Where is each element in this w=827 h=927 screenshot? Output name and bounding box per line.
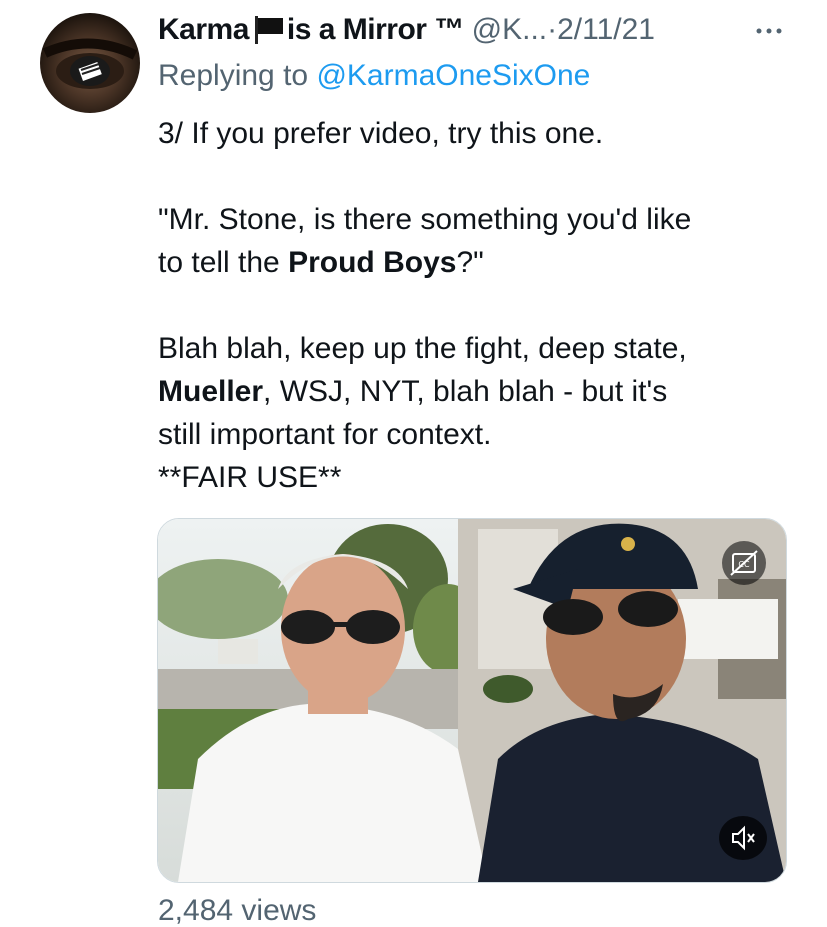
avatar-eye-image — [42, 38, 138, 89]
text-line: Mueller, WSJ, NYT, blah blah - but it's — [158, 375, 668, 408]
closed-captions-off-icon: CC — [730, 550, 758, 576]
bold-text: Mueller — [158, 375, 264, 408]
separator-dot: · — [547, 13, 558, 46]
view-count: 2,484 views — [158, 894, 317, 927]
more-horizontal-icon[interactable] — [752, 14, 786, 44]
author-avatar[interactable] — [40, 13, 140, 113]
speaker-muted-icon — [732, 825, 755, 851]
video-player[interactable] — [157, 518, 787, 883]
text-line: Blah blah, keep up the fight, deep state… — [158, 332, 687, 365]
unmute-button[interactable] — [719, 816, 767, 860]
video-frame — [158, 519, 786, 882]
author-name[interactable]: Karma is a Mirror ™ — [158, 13, 472, 46]
tweet-text: 3/ If you prefer video, try this one. "M… — [158, 112, 798, 499]
tweet-date[interactable]: 2/11/21 — [557, 13, 655, 46]
text-line: 3/ If you prefer video, try this one. — [158, 117, 604, 150]
text-line: still important for context. — [158, 418, 492, 451]
reply-mention-link[interactable]: @KarmaOneSixOne — [316, 59, 590, 92]
text-line: **FAIR USE** — [158, 461, 342, 494]
author-handle[interactable]: @K... — [472, 13, 547, 46]
replying-to: Replying to @KarmaOneSixOne — [158, 59, 591, 92]
text-line: "Mr. Stone, is there something you'd lik… — [158, 203, 692, 236]
captions-off-button[interactable]: CC — [722, 541, 766, 585]
black-flag-icon — [253, 14, 285, 44]
bold-text: Proud Boys — [288, 246, 457, 279]
text-line: to tell the Proud Boys?" — [158, 246, 484, 279]
tweet-header: Karma is a Mirror ™ @K...·2/11/21 — [158, 10, 798, 50]
